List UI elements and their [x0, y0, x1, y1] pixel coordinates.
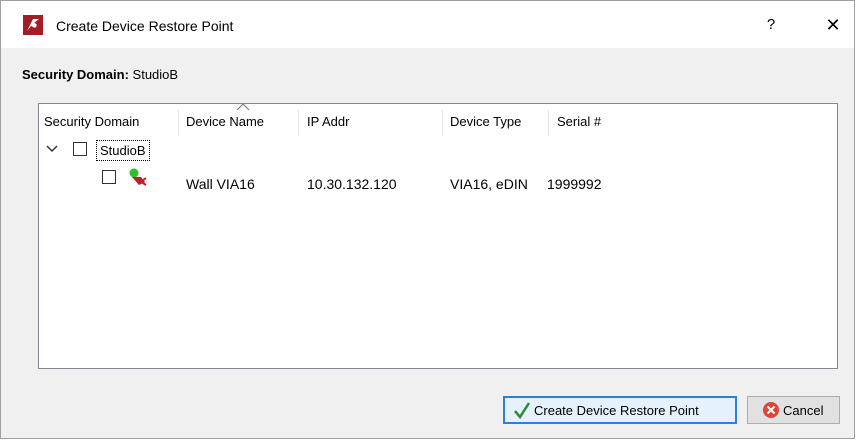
column-header-device-type[interactable]: Device Type [450, 114, 521, 129]
column-header-security-domain[interactable]: Security Domain [44, 114, 139, 129]
close-button[interactable]: ✕ [821, 13, 845, 37]
column-divider[interactable] [178, 110, 179, 136]
security-domain-value: StudioB [132, 67, 179, 82]
create-restore-point-button[interactable]: Create Device Restore Point [503, 396, 737, 424]
sort-ascending-icon [236, 103, 250, 111]
device-name-cell[interactable]: Wall VIA16 [186, 176, 255, 192]
column-divider[interactable] [548, 110, 549, 136]
cancel-button-label: Cancel [783, 402, 824, 418]
column-header-device-name[interactable]: Device Name [186, 114, 264, 129]
checkmark-icon [514, 402, 531, 419]
app-logo-icon [23, 15, 43, 35]
group-label-studiob[interactable]: StudioB [96, 140, 150, 161]
cancel-button[interactable]: Cancel [747, 396, 840, 424]
security-domain-label: Security Domain: [22, 67, 129, 82]
chevron-down-icon[interactable] [45, 144, 59, 154]
column-header-ip-addr[interactable]: IP Addr [307, 114, 349, 129]
column-header-serial[interactable]: Serial # [557, 114, 601, 129]
device-tree[interactable]: Security Domain Device Name IP Addr Devi… [38, 103, 838, 369]
cancel-icon [763, 402, 779, 418]
column-divider[interactable] [298, 110, 299, 136]
group-checkbox[interactable] [73, 142, 87, 156]
window-title: Create Device Restore Point [56, 18, 234, 34]
ip-addr-cell[interactable]: 10.30.132.120 [307, 176, 397, 192]
column-divider[interactable] [442, 110, 443, 136]
device-status-icon [129, 168, 147, 186]
device-type-cell[interactable]: VIA16, eDIN [450, 176, 528, 192]
create-restore-point-dialog: Create Device Restore Point ? ✕ Security… [0, 0, 855, 439]
security-domain-line: Security Domain: StudioB [22, 67, 178, 82]
title-bar: Create Device Restore Point ? ✕ [1, 1, 854, 48]
help-button[interactable]: ? [759, 13, 783, 37]
serial-cell[interactable]: 1999992 [547, 176, 602, 192]
create-button-label: Create Device Restore Point [534, 402, 699, 418]
device-checkbox[interactable] [102, 170, 116, 184]
